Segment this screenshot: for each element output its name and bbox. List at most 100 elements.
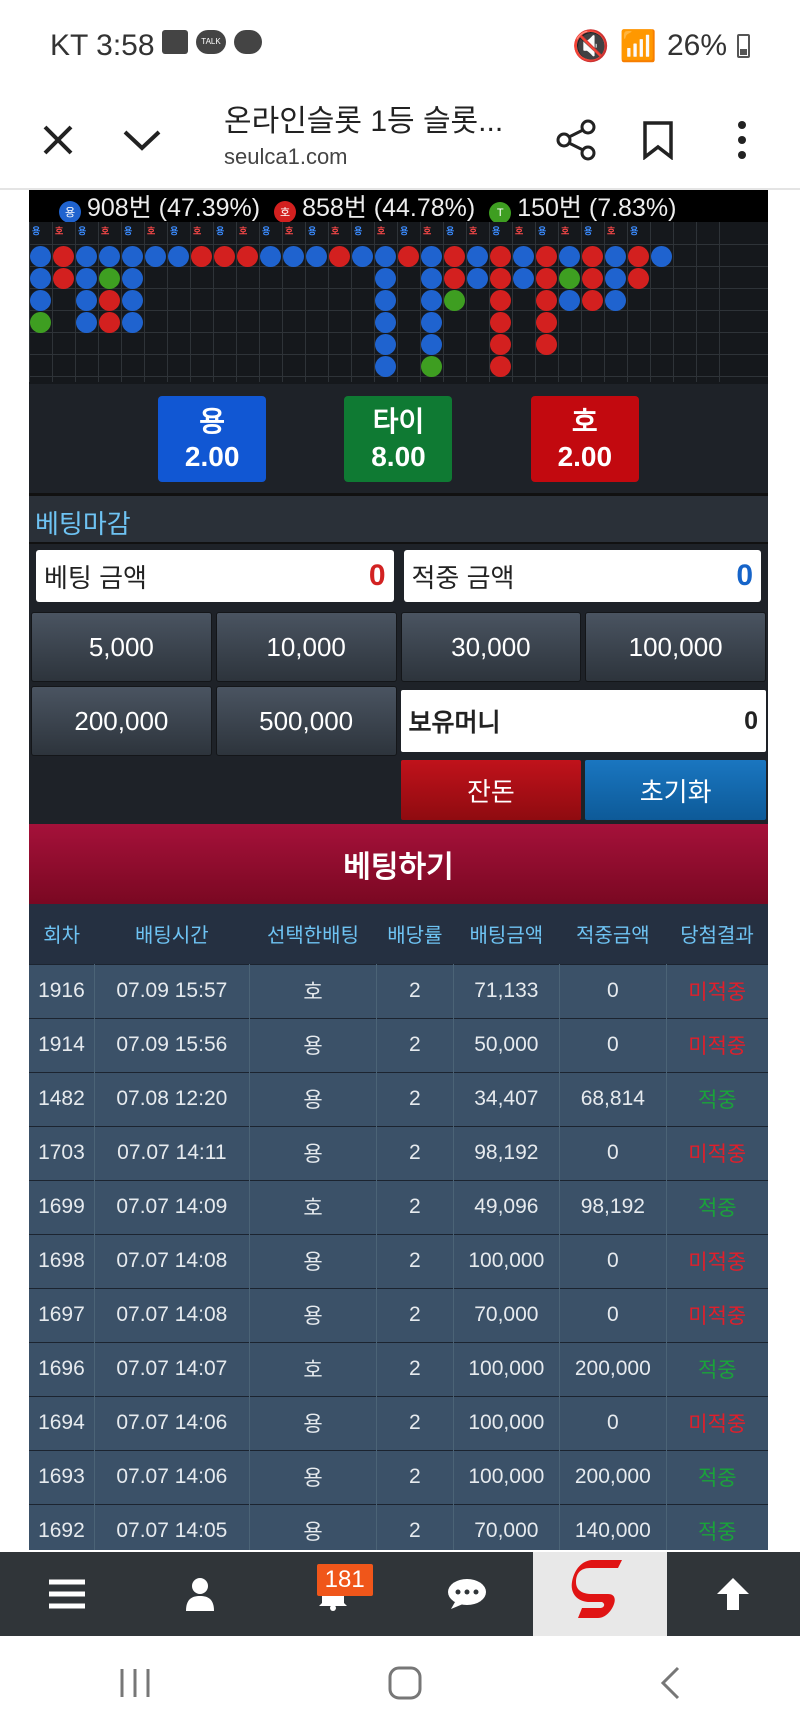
table-cell: 49,096 (453, 1179, 561, 1234)
table-cell: 1698 (29, 1233, 95, 1288)
reset-button[interactable]: 초기화 (585, 760, 766, 820)
road-bead (651, 246, 672, 267)
road-bead (329, 246, 350, 267)
road-bead (168, 246, 189, 267)
table-cell: 0 (559, 1125, 667, 1180)
table-cell: 호 (249, 1179, 378, 1234)
road-bead (490, 356, 511, 377)
table-cell: 1914 (29, 1017, 95, 1072)
table-cell: 100,000 (453, 1449, 561, 1504)
menu-icon[interactable] (0, 1552, 133, 1636)
more-options-icon[interactable] (716, 114, 768, 166)
road-header-label: 호 (423, 226, 432, 236)
recent-apps-icon[interactable] (118, 1667, 152, 1704)
road-bead (605, 268, 626, 289)
tie-dot-icon: T (489, 202, 512, 224)
table-cell: 2 (376, 1449, 454, 1504)
table-cell: 2 (376, 1125, 454, 1180)
battery-icon (737, 34, 750, 58)
road-header-label: 호 (607, 226, 616, 236)
table-header: 당첨결과 (666, 904, 768, 964)
road-bead (398, 246, 419, 267)
road-header-label: 용 (262, 226, 271, 236)
road-bead (191, 246, 212, 267)
road-bead (145, 246, 166, 267)
notification-bell-icon[interactable]: 181 (267, 1552, 400, 1636)
stat-tiger: 호 858번 (44.78%) (274, 190, 475, 224)
notification-badge: 181 (316, 1564, 373, 1596)
road-header-label: 용 (400, 226, 409, 236)
table-cell: 용 (249, 1449, 378, 1504)
share-icon[interactable] (550, 114, 602, 166)
change-button[interactable]: 잔돈 (400, 760, 582, 820)
road-bead (582, 290, 603, 311)
table-cell: 미적중 (666, 1233, 768, 1288)
road-header-label: 용 (308, 226, 317, 236)
road-bead (605, 246, 626, 267)
road-bead (490, 246, 511, 267)
road-bead (444, 290, 465, 311)
result-stats: 용 908번 (47.39%) 호 858번 (44.78%) T 150번 (7.8… (29, 190, 768, 224)
road-header-label: 호 (469, 226, 478, 236)
chip-100000-button[interactable]: 100,000 (585, 612, 766, 682)
table-header: 배팅시간 (94, 904, 250, 964)
road-header-label: 호 (331, 226, 340, 236)
road-bead (122, 290, 143, 311)
table-cell: 07.09 15:57 (94, 963, 250, 1018)
table-cell: 07.07 14:09 (94, 1179, 250, 1234)
chip-200000-button[interactable]: 200,000 (31, 686, 212, 756)
bet-dragon-button[interactable]: 용 2.00 (158, 395, 267, 482)
back-icon[interactable] (658, 1665, 682, 1706)
chevron-down-icon[interactable] (116, 114, 168, 166)
hit-amount-field: 적중 금액 0 (403, 550, 761, 602)
road-bead (467, 268, 488, 289)
table-cell: 1916 (29, 963, 95, 1018)
road-bead (421, 268, 442, 289)
table-cell: 1699 (29, 1179, 95, 1234)
place-bet-button[interactable]: 베팅하기 (29, 824, 768, 904)
chip-5000-button[interactable]: 5,000 (31, 612, 212, 682)
chip-10000-button[interactable]: 10,000 (215, 612, 397, 682)
user-icon[interactable] (133, 1552, 266, 1636)
table-cell: 2 (376, 1503, 454, 1550)
home-icon[interactable] (387, 1665, 423, 1706)
table-cell: 용 (249, 1071, 378, 1126)
chip-30000-button[interactable]: 30,000 (400, 612, 582, 682)
road-bead (513, 246, 534, 267)
bookmark-icon[interactable] (632, 114, 684, 166)
road-bead (283, 246, 304, 267)
table-cell: 용 (249, 1017, 378, 1072)
bet-tiger-button[interactable]: 호 2.00 (530, 395, 639, 482)
bet-history-table: 회차 배팅시간 선택한배팅 배당률 배팅금액 적중금액 당첨결과 1916 07.09 15:… (29, 904, 768, 1550)
scroll-top-arrow-icon[interactable] (667, 1552, 800, 1636)
table-cell: 0 (559, 1287, 667, 1342)
chip-500000-button[interactable]: 500,000 (215, 686, 397, 756)
odds-panel: 용 2.00 타이 8.00 호 2.00 (29, 384, 768, 496)
page-url[interactable]: seulca1.com (224, 144, 348, 170)
road-bead (536, 312, 557, 333)
site-logo-icon[interactable] (533, 1552, 667, 1636)
table-cell: 07.07 14:07 (94, 1341, 250, 1396)
table-cell: 1703 (29, 1125, 95, 1180)
bead-road: 용호용호용호용호용호용호용호용호용호용호용호용호용호용 (29, 222, 768, 384)
table-cell: 미적중 (666, 1125, 768, 1180)
bet-tie-button[interactable]: 타이 8.00 (344, 395, 453, 482)
carrier-time: KT 3:58 (50, 29, 155, 62)
road-bead (375, 268, 396, 289)
table-cell: 07.07 14:06 (94, 1395, 250, 1450)
table-cell: 2 (376, 1071, 454, 1126)
table-header: 선택한배팅 (249, 904, 377, 964)
table-row: 1698 07.07 14:08 용 2 100,000 0 미적중 (29, 1233, 768, 1288)
road-bead (628, 246, 649, 267)
road-header-label: 호 (55, 226, 64, 236)
table-cell: 2 (376, 1395, 454, 1450)
table-cell: 1694 (29, 1395, 95, 1450)
chat-bubble-icon[interactable] (400, 1552, 533, 1636)
road-header-label: 용 (32, 226, 41, 236)
kakaotalk-icon: TALK (196, 30, 226, 54)
table-header: 적중금액 (559, 904, 667, 964)
road-header-label: 호 (193, 226, 202, 236)
road-bead (375, 246, 396, 267)
close-icon[interactable] (32, 114, 84, 166)
road-header-label: 호 (147, 226, 156, 236)
